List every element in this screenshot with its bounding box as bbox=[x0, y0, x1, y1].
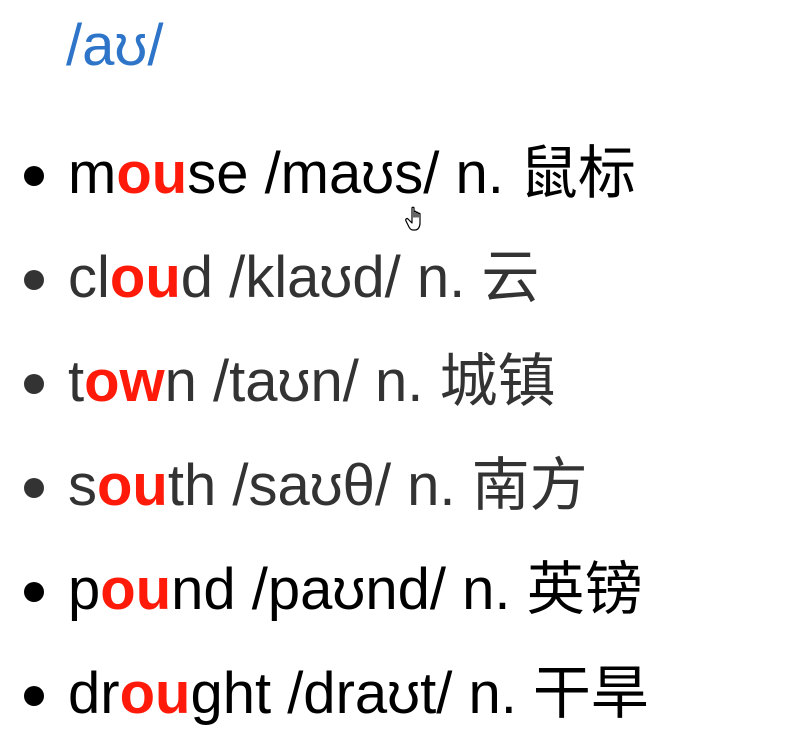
highlighted-letters: ow bbox=[84, 349, 165, 414]
word-prefix: dr bbox=[68, 661, 120, 726]
highlighted-letters: ou bbox=[109, 245, 181, 310]
highlighted-letters: ou bbox=[100, 557, 172, 622]
word-line: town /taʊn/ n. 城镇 bbox=[68, 330, 555, 434]
bullet-icon bbox=[24, 374, 44, 394]
highlighted-letters: ou bbox=[116, 141, 188, 206]
word-prefix: t bbox=[68, 349, 85, 414]
phonetic-definition: /taʊn/ n. 城镇 bbox=[196, 349, 556, 414]
bullet-icon bbox=[24, 166, 44, 186]
phoneme-heading: /aʊ/ bbox=[66, 13, 164, 78]
word-prefix: cl bbox=[68, 245, 110, 310]
word-suffix: nd bbox=[171, 557, 236, 622]
bullet-icon bbox=[24, 478, 44, 498]
word-prefix: s bbox=[68, 453, 97, 518]
word-prefix: p bbox=[68, 557, 101, 622]
phonetic-definition: /saʊθ/ n. 南方 bbox=[216, 453, 588, 518]
bullet-icon bbox=[24, 270, 44, 290]
word-suffix: th bbox=[167, 453, 217, 518]
phonetic-definition: /draʊt/ n. 干旱 bbox=[271, 661, 649, 726]
word-line: cloud /klaʊd/ n. 云 bbox=[68, 226, 539, 330]
word-line: mouse /maʊs/ n. 鼠标 bbox=[68, 122, 636, 226]
bullet-icon bbox=[24, 686, 44, 706]
highlighted-letters: ou bbox=[97, 453, 168, 518]
word-line: pound /paʊnd/ n. 英镑 bbox=[68, 538, 643, 642]
word-prefix: m bbox=[68, 141, 117, 206]
word-line: drought /draʊt/ n. 干旱 bbox=[68, 642, 649, 746]
phonetic-definition: /klaʊd/ n. 云 bbox=[213, 245, 540, 310]
word-line: south /saʊθ/ n. 南方 bbox=[68, 434, 588, 538]
highlighted-letters: ou bbox=[119, 661, 191, 726]
word-suffix: ght bbox=[190, 661, 272, 726]
bullet-icon bbox=[24, 582, 44, 602]
hand-pointer-icon bbox=[405, 206, 421, 231]
phonetic-definition: /paʊnd/ n. 英镑 bbox=[235, 557, 643, 622]
phonetic-definition: /maʊs/ n. 鼠标 bbox=[248, 141, 636, 206]
word-suffix: d bbox=[180, 245, 214, 310]
word-suffix: n bbox=[164, 349, 197, 414]
word-suffix: se bbox=[187, 141, 249, 206]
